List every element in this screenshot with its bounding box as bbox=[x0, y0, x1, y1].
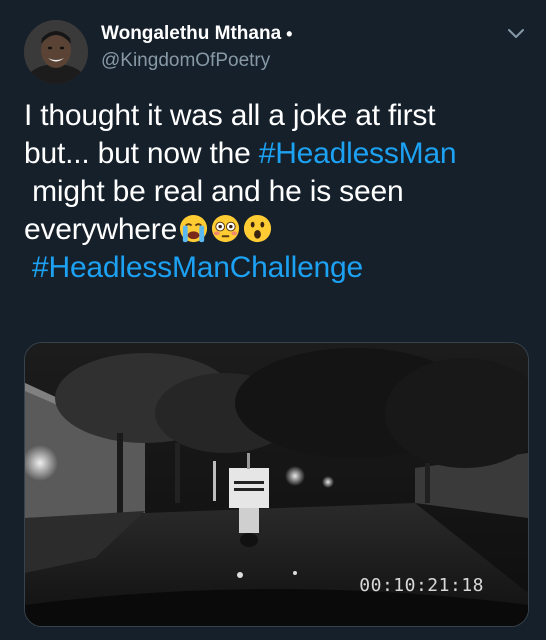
hashtag-link-headlessmanchallenge[interactable]: #HeadlessManChallenge bbox=[32, 251, 363, 284]
tweet-line-1: I thought it was all a joke at first bbox=[24, 99, 436, 132]
avatar-photo bbox=[24, 20, 88, 84]
flushed-face-icon bbox=[212, 214, 240, 243]
author-name[interactable]: Wongalethu Mthana bbox=[101, 22, 281, 46]
tweet-header: Wongalethu Mthana • @KingdomOfPoetry bbox=[101, 22, 292, 74]
tweet-card: Wongalethu Mthana • @KingdomOfPoetry I t… bbox=[0, 0, 546, 640]
tweet-line-3: might be real and he is seen bbox=[24, 175, 404, 208]
tweet-text: I thought it was all a joke at first but… bbox=[24, 97, 524, 287]
astonished-face-icon bbox=[244, 214, 272, 243]
loudly-crying-face-icon bbox=[180, 214, 208, 243]
tweet-media-video[interactable]: 00:10:21:18 bbox=[24, 342, 529, 627]
hashtag-link-headlessman[interactable]: #HeadlessMan bbox=[259, 137, 457, 170]
video-timestamp: 00:10:21:18 bbox=[359, 575, 484, 596]
avatar[interactable] bbox=[24, 20, 88, 84]
tweet-line-5: #HeadlessManChallenge bbox=[24, 249, 524, 287]
tweet-line-2-text: but... but now the bbox=[24, 137, 259, 170]
author-handle[interactable]: @KingdomOfPoetry bbox=[101, 48, 292, 74]
tweet-line-4: everywhere bbox=[24, 211, 524, 249]
tweet-line-4-text: everywhere bbox=[24, 213, 178, 246]
tweet-line-2: but... but now the #HeadlessMan bbox=[24, 135, 524, 173]
author-name-row[interactable]: Wongalethu Mthana • bbox=[101, 22, 292, 46]
chevron-down-icon[interactable] bbox=[506, 26, 526, 40]
separator-dot: • bbox=[286, 24, 293, 44]
